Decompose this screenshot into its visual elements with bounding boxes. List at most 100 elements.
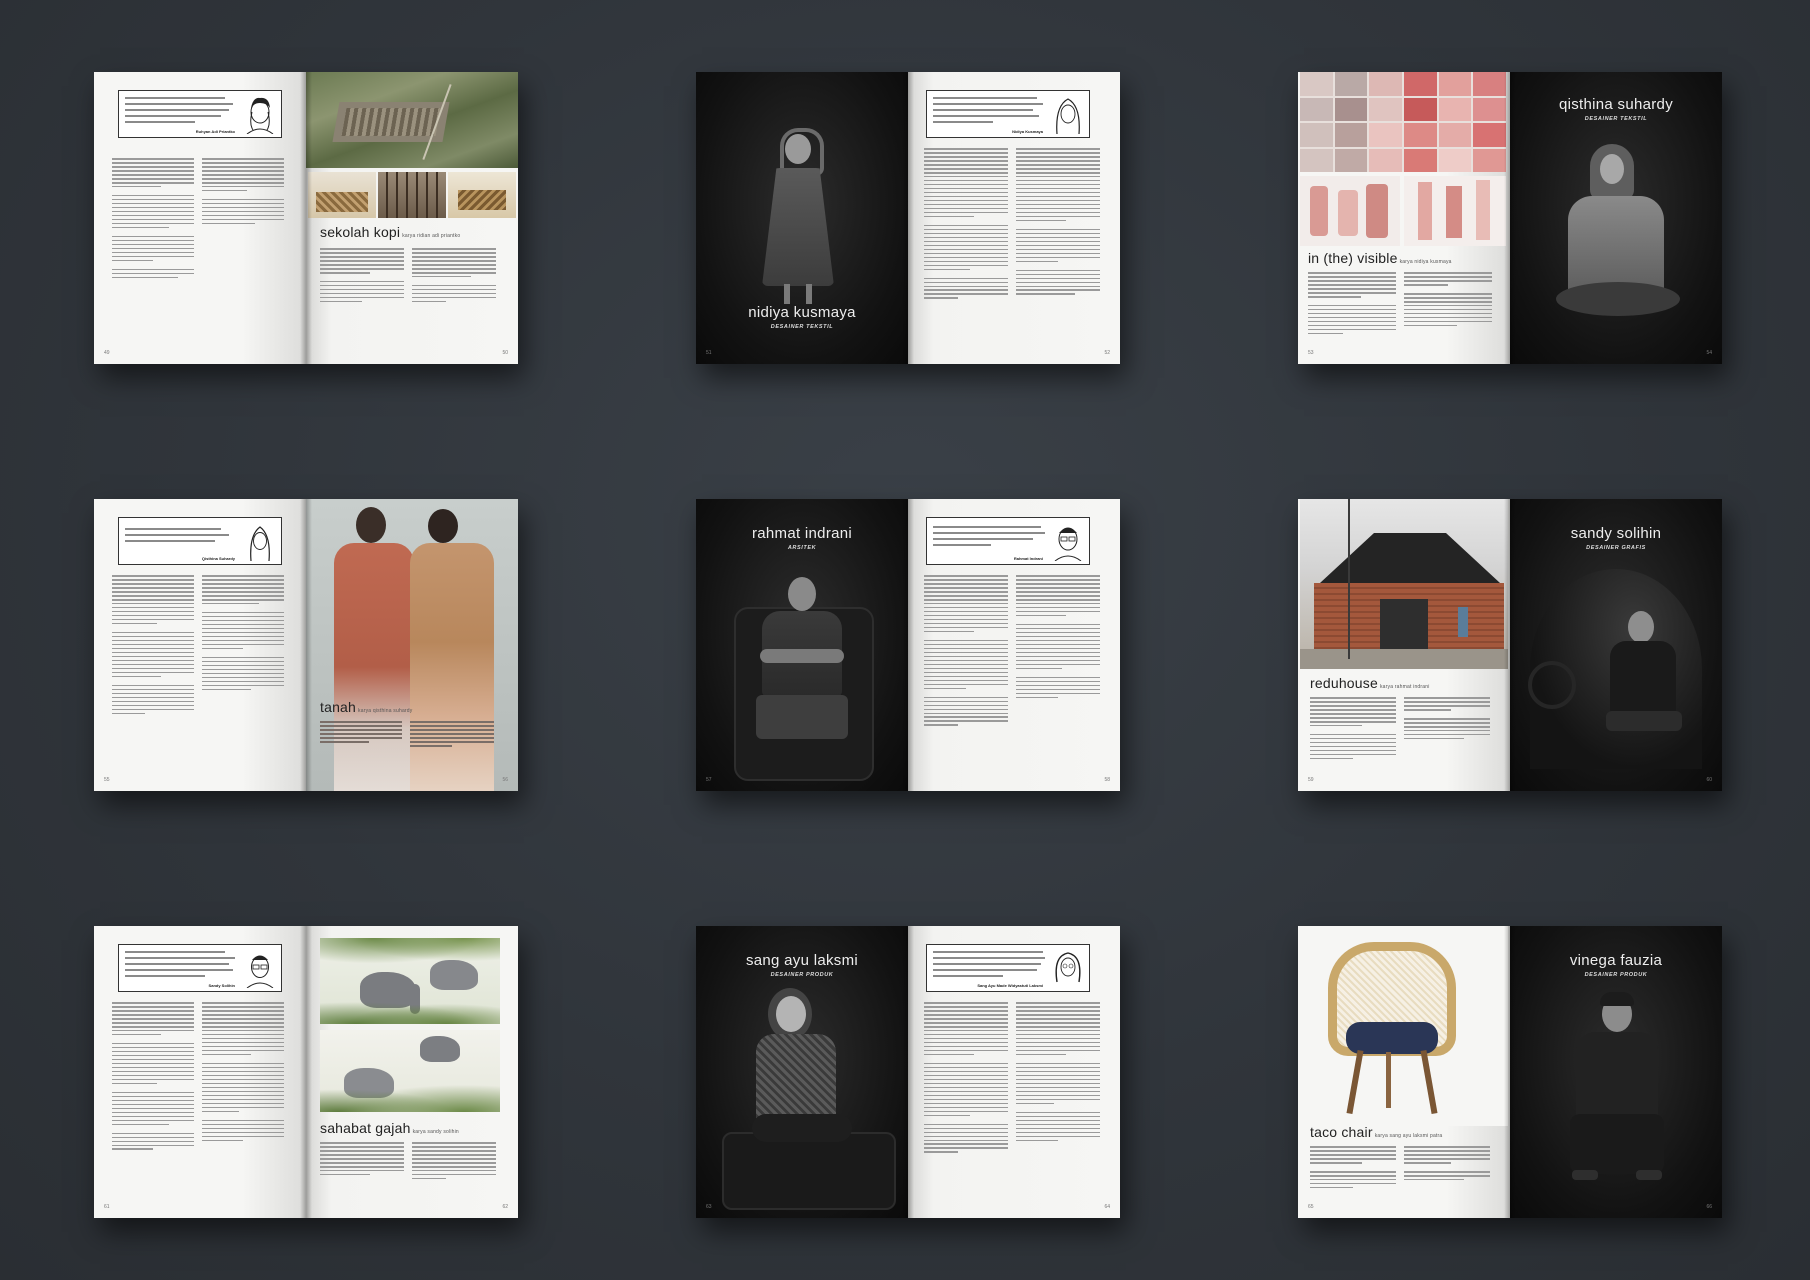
right-page: tanah karya qisthina suhardy 56 (306, 499, 518, 791)
feature-credit: karya ridian adi priantko (402, 233, 461, 239)
right-page: qisthina suhardy DESAINER TEKSTIL 54 (1510, 72, 1722, 364)
body-text-column (410, 721, 494, 749)
left-page: rahmat indrani ARSITEK 57 (696, 499, 908, 791)
elephant-illustration (320, 938, 500, 1024)
left-page: nidiya kusmaya DESAINER TEKSTIL 51 (696, 72, 908, 364)
feature-credit: karya qisthina suhardy (358, 708, 413, 714)
spine-shadow (1504, 72, 1516, 364)
right-page: Nidiya Kusmaya 52 (908, 72, 1120, 364)
portrait-photo (1510, 72, 1722, 364)
body-text-column (412, 248, 496, 305)
page-number: 62 (502, 1204, 508, 1210)
left-page: reduhouse karya rahmat indrani 59 (1298, 499, 1510, 791)
body-text-column (924, 575, 1008, 728)
page-number: 53 (1308, 350, 1314, 356)
feature-title-text: reduhouse (1310, 675, 1378, 691)
forest-photo (378, 172, 446, 218)
portrait-photo (696, 499, 908, 791)
body-text-column (412, 1142, 496, 1182)
feature-title: reduhouse karya rahmat indrani (1310, 675, 1430, 691)
quote-signature: Sang Ayu Made Widyastuti Laksmi (977, 983, 1043, 988)
feature-title: in (the) visible karya nidiya kusmaya (1308, 250, 1452, 266)
page-number: 50 (502, 350, 508, 356)
page-number: 58 (1104, 777, 1110, 783)
page-number: 49 (104, 350, 110, 356)
body-text-column (320, 1142, 404, 1178)
spine-shadow (1504, 926, 1516, 1218)
designer-name: nidiya kusmaya (748, 304, 856, 321)
body-text-column (924, 148, 1008, 301)
right-page: sekolah kopi karya ridian adi priantko 50 (306, 72, 518, 364)
left-page: Ruhyan Adi Priantko 49 (94, 72, 306, 364)
feature-title-text: in (the) visible (1308, 250, 1398, 266)
portrait-photo (696, 926, 908, 1218)
spine-shadow (902, 499, 914, 791)
body-text-column (1404, 1146, 1490, 1183)
body-text-column (1016, 1002, 1100, 1143)
quote-box: Sandy Solihin (118, 944, 282, 992)
body-text-column (924, 1002, 1008, 1155)
page-number: 52 (1104, 350, 1110, 356)
textile-pieces-photo (1300, 176, 1400, 246)
left-page: Qisthina Suhardy 55 (94, 499, 306, 791)
taco-chair-photo (1298, 926, 1508, 1126)
feature-credit: karya rahmat indrani (1379, 684, 1430, 690)
textile-swatch-grid (1300, 72, 1506, 172)
portrait-sketch-icon (246, 97, 274, 134)
portrait-sketch-icon (1054, 527, 1082, 561)
body-text-column (202, 575, 284, 693)
page-number: 51 (706, 350, 712, 356)
left-page: sang ayu laksmi DESAINER PRODUK 63 (696, 926, 908, 1218)
feature-title-text: taco chair (1310, 1124, 1373, 1140)
body-text-column (1016, 148, 1100, 297)
spine-shadow (1504, 499, 1516, 791)
page-number: 56 (502, 777, 508, 783)
page-number: 66 (1706, 1204, 1712, 1210)
left-page: Sandy Solihin 61 (94, 926, 306, 1218)
feature-credit: karya nidiya kusmaya (1399, 259, 1452, 265)
page-number: 59 (1308, 777, 1314, 783)
feature-credit: karya sandy solihin (412, 1129, 459, 1135)
right-page: sahabat gajah karya sandy solihin 62 (306, 926, 518, 1218)
quote-box: Rahmat Indrani (926, 517, 1090, 565)
body-text-column (320, 721, 402, 745)
portrait-sketch-icon (1056, 98, 1080, 134)
spine-shadow (902, 72, 914, 364)
left-page: in (the) visible karya nidiya kusmaya 53 (1298, 72, 1510, 364)
body-text-column (1310, 697, 1396, 762)
elephant-illustration (320, 1030, 500, 1112)
structure-photo (448, 172, 516, 218)
body-text-column (1016, 575, 1100, 701)
quote-box: Qisthina Suhardy (118, 517, 282, 565)
feature-title: taco chair karya sang ayu laksmi patra (1310, 1124, 1442, 1140)
page-number: 55 (104, 777, 110, 783)
page-number: 65 (1308, 1204, 1314, 1210)
quote-signature: Nidiya Kusmaya (1012, 129, 1043, 134)
feature-title: tanah karya qisthina suhardy (320, 699, 412, 715)
quote-box: Nidiya Kusmaya (926, 90, 1090, 138)
quote-signature: Sandy Solihin (208, 983, 235, 988)
page-number: 64 (1104, 1204, 1110, 1210)
portrait-sketch-icon (1055, 952, 1081, 983)
feature-title-text: sekolah kopi (320, 224, 401, 240)
page-number: 63 (706, 1204, 712, 1210)
portrait-sketch-icon (250, 526, 270, 561)
coffee-school-aerial-photo (306, 72, 518, 168)
magazine-spread-sandy-solihin: reduhouse karya rahmat indrani 59 sandy s… (1298, 499, 1722, 791)
body-text-column (1404, 697, 1490, 742)
body-text-column (1310, 1146, 1396, 1191)
body-text-column (1404, 272, 1492, 329)
portrait-photo (1510, 926, 1722, 1218)
quote-box: Ruhyan Adi Priantko (118, 90, 282, 138)
spine-shadow (902, 926, 914, 1218)
spine-shadow (300, 72, 312, 364)
page-number: 54 (1706, 350, 1712, 356)
feature-title: sahabat gajah karya sandy solihin (320, 1120, 459, 1136)
quote-signature: Ruhyan Adi Priantko (195, 129, 235, 134)
magazine-spread-qisthina-suhardy: in (the) visible karya nidiya kusmaya 53 … (1298, 72, 1722, 364)
body-text-column (112, 158, 194, 281)
magazine-spread-sang-ayu-laksmi: sang ayu laksmi DESAINER PRODUK 63 Sang … (696, 926, 1120, 1218)
feature-title: sekolah kopi karya ridian adi priantko (320, 224, 460, 240)
magazine-spread-nidiya-kusmaya: nidiya kusmaya DESAINER TEKSTIL 51 Nidiy… (696, 72, 1120, 364)
reduhouse-photo (1300, 499, 1508, 669)
